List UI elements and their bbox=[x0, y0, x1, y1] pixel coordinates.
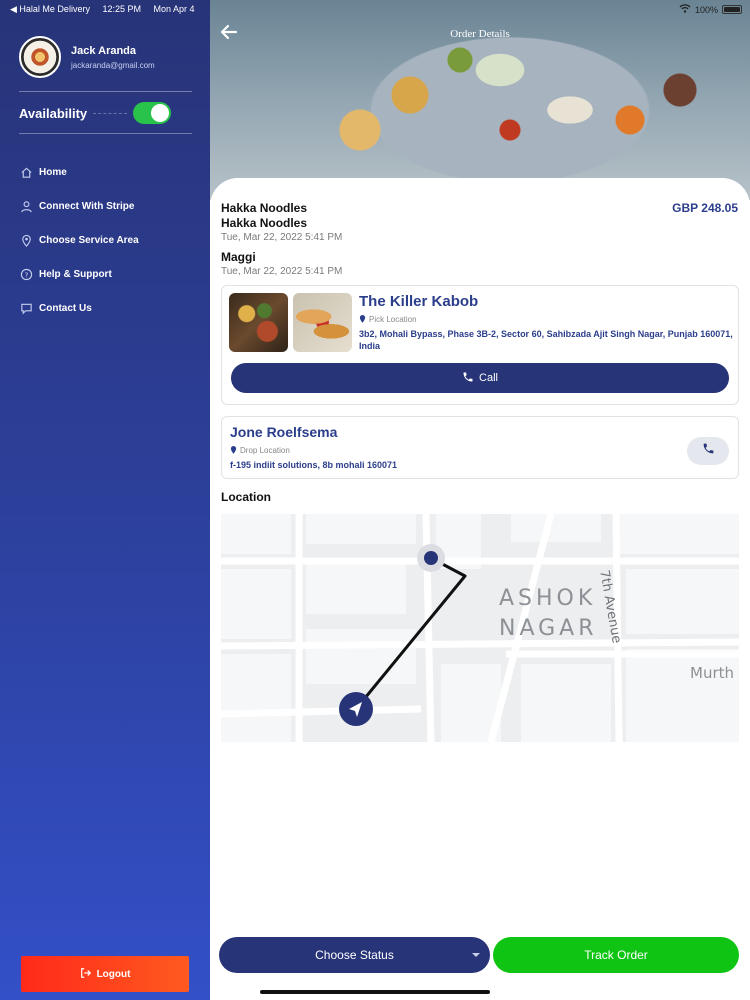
availability-label: Availability bbox=[19, 105, 88, 121]
item-date: Tue, Mar 22, 2022 5:41 PM bbox=[221, 266, 343, 277]
user-icon bbox=[19, 199, 33, 213]
sidebar-item-help[interactable]: ? Help & Support bbox=[19, 257, 139, 291]
sidebar: ◀ Halal Me Delivery 12:25 PM Mon Apr 4 J… bbox=[0, 0, 210, 1000]
order-item: Hakka Noodles bbox=[221, 201, 307, 215]
sidebar-item-service-area[interactable]: Choose Service Area bbox=[19, 223, 139, 257]
help-icon: ? bbox=[19, 267, 33, 281]
track-order-button[interactable]: Track Order bbox=[493, 937, 739, 973]
chat-icon bbox=[19, 301, 33, 315]
svg-text:?: ? bbox=[24, 270, 28, 279]
drop-address: f-195 indiit solutions, 8b mohali 160071 bbox=[230, 460, 398, 470]
phone-icon bbox=[702, 442, 715, 460]
sidebar-item-label: Help & Support bbox=[39, 268, 112, 280]
logout-button[interactable]: Logout bbox=[21, 956, 189, 992]
track-order-label: Track Order bbox=[584, 948, 648, 962]
logout-icon bbox=[80, 967, 92, 982]
status-bar: ◀ Halal Me Delivery 12:25 PM Mon Apr 4 bbox=[10, 4, 205, 15]
order-item: Maggi Tue, Mar 22, 2022 5:41 PM bbox=[221, 250, 342, 277]
availability-toggle[interactable] bbox=[133, 102, 171, 124]
avatar bbox=[19, 36, 61, 78]
order-card: GBP 248.05 Hakka Noodles Hakka Noodles T… bbox=[210, 178, 750, 1000]
customer-name: Jone Roelfsema bbox=[230, 424, 338, 440]
call-customer-button[interactable] bbox=[687, 437, 729, 465]
pickup-address: 3b2, Mohali Bypass, Phase 3B-2, Sector 6… bbox=[359, 329, 733, 351]
map-edge-label: Murth bbox=[690, 664, 735, 682]
drop-card: Jone Roelfsema Drop Location f-195 indii… bbox=[221, 416, 739, 479]
availability-row: Availability bbox=[19, 102, 171, 124]
item-name: Hakka Noodles bbox=[221, 201, 308, 215]
wifi-icon bbox=[679, 4, 691, 15]
home-indicator bbox=[260, 990, 490, 994]
item-name: Hakka Noodles bbox=[221, 216, 308, 230]
restaurant-name: The Killer Kabob bbox=[359, 293, 479, 310]
logout-label: Logout bbox=[96, 968, 131, 980]
sidebar-item-label: Contact Us bbox=[39, 302, 92, 314]
sidebar-item-contact[interactable]: Contact Us bbox=[19, 291, 139, 325]
order-price: GBP 248.05 bbox=[672, 201, 738, 215]
status-time: 12:25 PM bbox=[102, 4, 141, 14]
divider bbox=[19, 133, 192, 134]
location-pin-icon bbox=[19, 233, 33, 247]
phone-icon bbox=[462, 371, 474, 386]
sidebar-item-label: Connect With Stripe bbox=[39, 200, 135, 212]
status-date: Mon Apr 4 bbox=[153, 4, 195, 14]
order-item: Hakka Noodles Tue, Mar 22, 2022 5:41 PM bbox=[221, 216, 342, 243]
sidebar-item-home[interactable]: Home bbox=[19, 155, 139, 189]
pick-location-label: Pick Location bbox=[359, 314, 417, 325]
chevron-down-icon bbox=[472, 953, 480, 957]
location-pin-icon bbox=[230, 445, 237, 456]
item-name: Maggi bbox=[221, 250, 256, 264]
choose-status-dropdown[interactable]: Choose Status bbox=[219, 937, 490, 973]
user-profile[interactable]: Jack Aranda jackaranda@gmail.com bbox=[19, 36, 155, 78]
divider bbox=[93, 112, 127, 114]
order-details-panel: 100% Order Details GBP 248.05 Hakka Nood… bbox=[210, 0, 750, 1000]
back-to-app-link[interactable]: ◀ Halal Me Delivery bbox=[10, 4, 90, 14]
location-heading: Location bbox=[221, 490, 271, 504]
status-indicators: 100% bbox=[679, 4, 742, 15]
sidebar-menu: Home Connect With Stripe Choose Service … bbox=[19, 155, 139, 325]
call-button[interactable]: Call bbox=[231, 363, 729, 393]
user-email: jackaranda@gmail.com bbox=[71, 60, 155, 70]
restaurant-image bbox=[293, 293, 352, 352]
item-date: Tue, Mar 22, 2022 5:41 PM bbox=[221, 232, 343, 243]
drop-location-label: Drop Location bbox=[230, 445, 290, 456]
map-area-label: ASHOK NAGAR bbox=[499, 586, 598, 641]
status-select-label: Choose Status bbox=[315, 948, 394, 962]
user-name: Jack Aranda bbox=[71, 44, 137, 57]
route-map[interactable]: ASHOK NAGAR 7th Avenue Murth bbox=[221, 514, 739, 742]
pickup-card: The Killer Kabob Pick Location 3b2, Moha… bbox=[221, 285, 739, 405]
battery-icon bbox=[722, 5, 742, 14]
divider bbox=[19, 91, 192, 92]
sidebar-item-label: Choose Service Area bbox=[39, 234, 139, 246]
battery-percent: 100% bbox=[694, 4, 718, 15]
page-title: Order Details bbox=[450, 28, 510, 40]
sidebar-item-stripe[interactable]: Connect With Stripe bbox=[19, 189, 139, 223]
home-icon bbox=[19, 165, 33, 179]
restaurant-image bbox=[229, 293, 288, 352]
call-label: Call bbox=[479, 372, 498, 384]
sidebar-item-label: Home bbox=[39, 166, 67, 178]
location-pin-icon bbox=[359, 314, 366, 325]
